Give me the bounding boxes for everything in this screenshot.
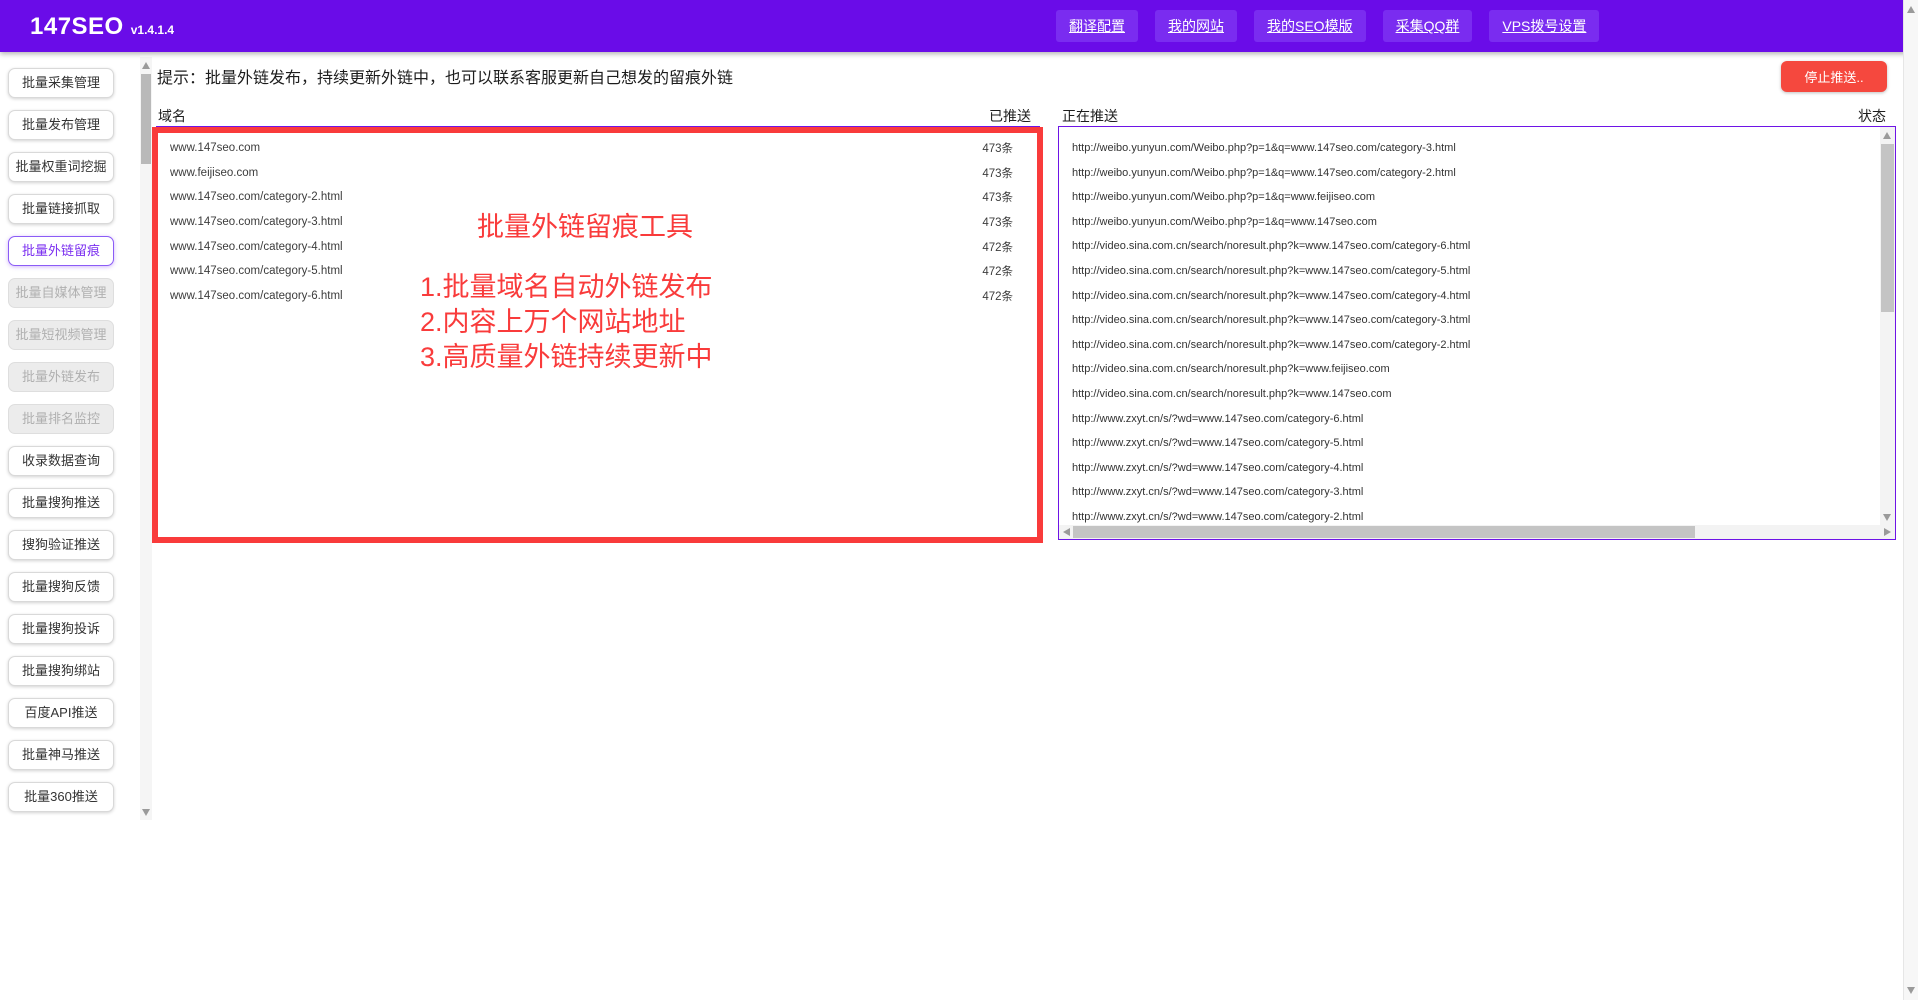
nav-item[interactable]: 我的SEO模版 <box>1254 10 1366 42</box>
column-header-domain: 域名 <box>158 106 186 126</box>
pushing-url-row[interactable]: http://video.sina.com.cn/search/noresult… <box>1059 284 1895 309</box>
pushed-count: 472条 <box>982 239 1013 255</box>
domain-row[interactable]: www.147seo.com/category-4.html 472条 <box>157 234 1039 259</box>
scroll-down-icon[interactable] <box>142 809 150 816</box>
app-header: 147SEO v1.4.1.4 翻译配置我的网站我的SEO模版采集QQ群 VPS拨… <box>0 0 1918 52</box>
sidebar-item[interactable]: 批量链接抓取 <box>8 194 114 224</box>
pushing-url-row[interactable]: http://www.zxyt.cn/s/?wd=www.147seo.com/… <box>1059 456 1895 481</box>
sidebar-item[interactable]: 批量神马推送 <box>8 740 114 770</box>
pushing-url-row[interactable]: http://video.sina.com.cn/search/noresult… <box>1059 382 1895 407</box>
sidebar-item[interactable]: 批量搜狗绑站 <box>8 656 114 686</box>
pushed-count: 473条 <box>982 165 1013 181</box>
pushing-url-row[interactable]: http://www.zxyt.cn/s/?wd=www.147seo.com/… <box>1059 431 1895 456</box>
pushing-vertical-scrollbar[interactable] <box>1880 127 1895 525</box>
scroll-up-icon[interactable] <box>142 62 150 69</box>
page-scrollbar[interactable] <box>1903 0 1918 1000</box>
pushing-list-panel: http://weibo.yunyun.com/Weibo.php?p=1&q=… <box>1058 126 1896 540</box>
pushed-count: 472条 <box>982 263 1013 279</box>
pushing-url-list: http://weibo.yunyun.com/Weibo.php?p=1&q=… <box>1059 136 1895 530</box>
domain-name: www.147seo.com/category-2.html <box>170 191 343 203</box>
sidebar-item[interactable]: 搜狗验证推送 <box>8 530 114 560</box>
pushing-url-row[interactable]: http://weibo.yunyun.com/Weibo.php?p=1&q=… <box>1059 136 1895 161</box>
domain-row[interactable]: www.147seo.com/category-3.html 473条 <box>157 210 1039 235</box>
domain-name: www.feijiseo.com <box>170 167 258 179</box>
tip-text: 提示：批量外链发布，持续更新外链中，也可以联系客服更新自己想发的留痕外链 <box>157 64 733 88</box>
scroll-right-icon[interactable] <box>1884 528 1891 536</box>
domain-row[interactable]: www.feijiseo.com 473条 <box>157 161 1039 186</box>
app-logo: 147SEO v1.4.1.4 <box>30 13 174 41</box>
domain-name: www.147seo.com/category-6.html <box>170 290 343 302</box>
nav-item[interactable]: 翻译配置 <box>1056 10 1138 42</box>
column-header-pushing: 正在推送 <box>1062 106 1118 126</box>
scroll-left-icon[interactable] <box>1063 528 1070 536</box>
pushing-url-row[interactable]: http://www.zxyt.cn/s/?wd=www.147seo.com/… <box>1059 407 1895 432</box>
app-title: 147SEO <box>30 13 124 41</box>
sidebar-item[interactable]: 批量搜狗反馈 <box>8 572 114 602</box>
pushing-url-row[interactable]: http://weibo.yunyun.com/Weibo.php?p=1&q=… <box>1059 185 1895 210</box>
scrollbar-thumb[interactable] <box>141 74 151 164</box>
sidebar-item[interactable]: 批量搜狗投诉 <box>8 614 114 644</box>
pushing-horizontal-scrollbar[interactable] <box>1059 525 1895 539</box>
nav-item[interactable]: 我的网站 <box>1155 10 1237 42</box>
pushed-count: 473条 <box>982 140 1013 156</box>
scroll-up-icon[interactable] <box>1883 132 1891 139</box>
domain-name: www.147seo.com/category-4.html <box>170 241 343 253</box>
pushing-url-row[interactable]: http://weibo.yunyun.com/Weibo.php?p=1&q=… <box>1059 161 1895 186</box>
scroll-down-icon[interactable] <box>1907 987 1915 994</box>
sidebar: 批量采集管理批量发布管理批量权重词挖掘批量链接抓取批量外链留痕批量自媒体管理批量… <box>8 68 114 812</box>
pushed-count: 473条 <box>982 189 1013 205</box>
sidebar-item: 批量外链发布 <box>8 362 114 392</box>
nav-item[interactable]: 采集QQ群 <box>1383 10 1473 42</box>
domain-row[interactable]: www.147seo.com/category-5.html 472条 <box>157 259 1039 284</box>
pushing-url-row[interactable]: http://video.sina.com.cn/search/noresult… <box>1059 234 1895 259</box>
pushing-url-row[interactable]: http://weibo.yunyun.com/Weibo.php?p=1&q=… <box>1059 210 1895 235</box>
scroll-up-icon[interactable] <box>1907 6 1915 13</box>
sidebar-item: 批量排名监控 <box>8 404 114 434</box>
app-version: v1.4.1.4 <box>131 23 174 37</box>
sidebar-item[interactable]: 批量搜狗推送 <box>8 488 114 518</box>
sidebar-item[interactable]: 批量采集管理 <box>8 68 114 98</box>
pushed-count: 472条 <box>982 288 1013 304</box>
domains-list-panel: www.147seo.com473条www.feijiseo.com473条ww… <box>156 126 1040 540</box>
top-nav: 翻译配置我的网站我的SEO模版采集QQ群 VPS拨号设置 <box>1056 10 1599 42</box>
scrollbar-thumb[interactable] <box>1881 144 1894 312</box>
domain-row[interactable]: www.147seo.com/category-2.html 473条 <box>157 185 1039 210</box>
sidebar-scrollbar[interactable] <box>140 57 152 820</box>
stop-push-button[interactable]: 停止推送.. <box>1781 61 1887 92</box>
domain-row[interactable]: www.147seo.com 473条 <box>157 136 1039 161</box>
domain-name: www.147seo.com/category-5.html <box>170 265 343 277</box>
sidebar-item[interactable]: 收录数据查询 <box>8 446 114 476</box>
scrollbar-thumb[interactable] <box>1073 526 1695 538</box>
column-header-status: 状态 <box>1756 106 1886 126</box>
pushing-url-row[interactable]: http://video.sina.com.cn/search/noresult… <box>1059 333 1895 358</box>
pushing-url-row[interactable]: http://video.sina.com.cn/search/noresult… <box>1059 308 1895 333</box>
domain-row[interactable]: www.147seo.com/category-6.html 472条 <box>157 284 1039 309</box>
domain-name: www.147seo.com/category-3.html <box>170 216 343 228</box>
nav-item[interactable]: VPS拨号设置 <box>1489 10 1599 42</box>
domain-name: www.147seo.com <box>170 142 260 154</box>
sidebar-item[interactable]: 批量发布管理 <box>8 110 114 140</box>
pushing-url-row[interactable]: http://www.zxyt.cn/s/?wd=www.147seo.com/… <box>1059 480 1895 505</box>
column-header-pushed: 已推送 <box>900 106 1031 126</box>
pushed-count: 473条 <box>982 214 1013 230</box>
sidebar-item: 批量自媒体管理 <box>8 278 114 308</box>
pushing-url-row[interactable]: http://video.sina.com.cn/search/noresult… <box>1059 259 1895 284</box>
sidebar-item: 批量短视频管理 <box>8 320 114 350</box>
sidebar-item[interactable]: 批量权重词挖掘 <box>8 152 114 182</box>
sidebar-item[interactable]: 批量外链留痕 <box>8 236 114 266</box>
scroll-down-icon[interactable] <box>1883 514 1891 521</box>
sidebar-item[interactable]: 百度API推送 <box>8 698 114 728</box>
pushing-url-row[interactable]: http://video.sina.com.cn/search/noresult… <box>1059 357 1895 382</box>
sidebar-item[interactable]: 批量360推送 <box>8 782 114 812</box>
